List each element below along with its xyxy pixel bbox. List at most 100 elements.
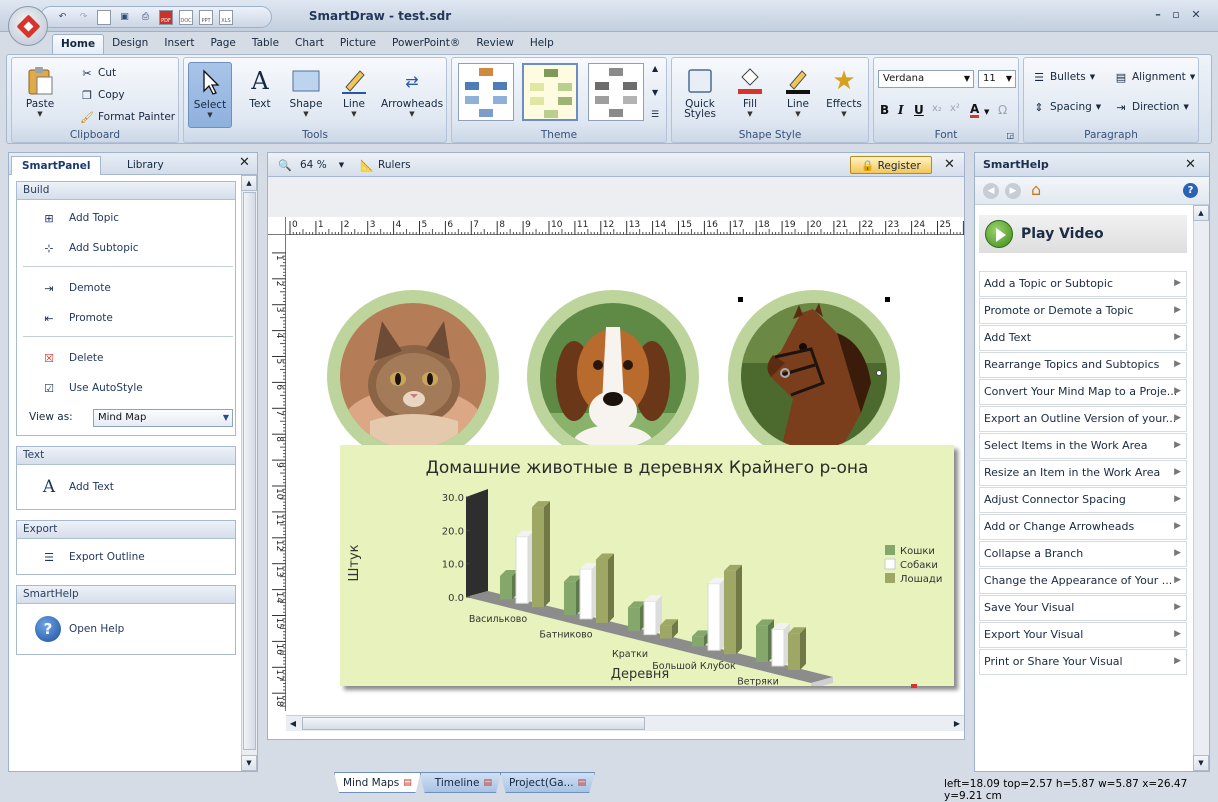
- minimize-button[interactable]: –: [1150, 8, 1166, 22]
- scroll-thumb[interactable]: [243, 192, 256, 750]
- dog-topic-shape[interactable]: [527, 290, 699, 462]
- tab-options-icon[interactable]: ▤: [483, 778, 492, 788]
- line-style-button[interactable]: Line ▼: [776, 62, 820, 128]
- theme-more-icon[interactable]: ☰: [651, 110, 659, 120]
- help-topic-item[interactable]: Promote or Demote a Topic ▶: [979, 298, 1187, 324]
- page-tab-mind-maps[interactable]: Mind Maps ▤: [334, 772, 421, 793]
- selection-handle[interactable]: [885, 297, 890, 302]
- tab-picture[interactable]: Picture: [332, 34, 384, 54]
- close-icon[interactable]: ✕: [239, 155, 250, 170]
- shape-tool-button[interactable]: Shape ▼: [284, 62, 328, 128]
- tab-options-icon[interactable]: ▤: [403, 778, 412, 788]
- horizontal-scrollbar[interactable]: ◀ ▶: [286, 715, 964, 731]
- tab-review[interactable]: Review: [468, 34, 521, 54]
- rotation-handle[interactable]: [876, 370, 882, 376]
- help-topic-item[interactable]: Change the Appearance of Your ... ▶: [979, 568, 1187, 594]
- theme-scroll-up-icon[interactable]: ▲: [652, 64, 658, 73]
- font-family-select[interactable]: Verdana ▼: [878, 70, 974, 88]
- tab-options-icon[interactable]: ▤: [578, 778, 587, 788]
- quick-styles-button[interactable]: Quick Styles: [678, 62, 722, 128]
- spacing-button[interactable]: ⇕ Spacing ▼: [1032, 98, 1101, 116]
- help-topic-item[interactable]: Add a Topic or Subtopic ▶: [979, 271, 1187, 297]
- cat-topic-shape[interactable]: [327, 290, 499, 462]
- copy-button[interactable]: ❐ Copy: [80, 86, 125, 104]
- special-symbol-icon[interactable]: Ω: [998, 103, 1007, 117]
- selection-handle[interactable]: [738, 297, 743, 302]
- help-topic-item[interactable]: Save Your Visual ▶: [979, 595, 1187, 621]
- alignment-button[interactable]: ▤ Alignment ▼: [1114, 68, 1195, 86]
- scroll-down-icon[interactable]: ▼: [241, 755, 257, 771]
- bold-button[interactable]: B: [880, 103, 889, 117]
- play-video-button[interactable]: Play Video: [979, 215, 1187, 253]
- tab-table[interactable]: Table: [244, 34, 287, 54]
- help-topic-item[interactable]: Select Items in the Work Area ▶: [979, 433, 1187, 459]
- tab-powerpoint[interactable]: PowerPoint®: [384, 34, 468, 54]
- horse-topic-shape[interactable]: [728, 290, 900, 462]
- rulers-toggle[interactable]: 📐 Rulers: [360, 156, 411, 174]
- smartpanel-scrollbar[interactable]: ▲ ▼: [241, 175, 257, 771]
- superscript-button[interactable]: x²: [950, 103, 960, 114]
- help-topic-item[interactable]: Add Text ▶: [979, 325, 1187, 351]
- tab-design[interactable]: Design: [104, 34, 156, 54]
- help-topic-item[interactable]: Export an Outline Version of your... ▶: [979, 406, 1187, 432]
- help-topic-item[interactable]: Resize an Item in the Work Area ▶: [979, 460, 1187, 486]
- checkbox-checked-icon[interactable]: ☑: [41, 380, 57, 396]
- line-tool-button[interactable]: Line ▼: [332, 62, 376, 128]
- close-window-button[interactable]: ✕: [1188, 8, 1204, 22]
- close-icon[interactable]: ✕: [1185, 157, 1196, 172]
- bar-chart-shape[interactable]: Домашние животные в деревнях Крайнего р-…: [340, 445, 954, 689]
- help-topic-item[interactable]: Print or Share Your Visual ▶: [979, 649, 1187, 675]
- smarthelp-scrollbar[interactable]: ▲ ▼: [1193, 205, 1209, 771]
- cut-button[interactable]: ✂ Cut: [80, 64, 116, 82]
- help-topic-item[interactable]: Convert Your Mind Map to a Proje... ▶: [979, 379, 1187, 405]
- help-topic-item[interactable]: Export Your Visual ▶: [979, 622, 1187, 648]
- help-topic-item[interactable]: Collapse a Branch ▶: [979, 541, 1187, 567]
- tab-library[interactable]: Library: [117, 156, 174, 175]
- forward-arrow-icon[interactable]: ▶: [1005, 183, 1021, 199]
- tab-insert[interactable]: Insert: [156, 34, 202, 54]
- drawing-page[interactable]: Домашние животные в деревнях Крайнего р-…: [287, 236, 964, 711]
- bullets-button[interactable]: ☰ Bullets ▼: [1032, 68, 1095, 86]
- close-icon[interactable]: ✕: [944, 157, 955, 172]
- tab-home[interactable]: Home: [52, 34, 105, 54]
- italic-button[interactable]: I: [898, 103, 904, 117]
- scroll-down-icon[interactable]: ▼: [1193, 755, 1209, 771]
- subscript-button[interactable]: x₂: [932, 103, 942, 114]
- theme-thumbnail-2[interactable]: [522, 63, 578, 121]
- view-as-select[interactable]: Mind Map ▼: [93, 409, 233, 427]
- help-topic-item[interactable]: Rearrange Topics and Subtopics ▶: [979, 352, 1187, 378]
- help-topic-item[interactable]: Add or Change Arrowheads ▶: [979, 514, 1187, 540]
- format-painter-button[interactable]: 🖌 Format Painter: [80, 108, 175, 126]
- home-icon[interactable]: ⌂: [1031, 180, 1041, 199]
- app-menu-button[interactable]: [8, 6, 48, 46]
- paste-button[interactable]: Paste ▼: [18, 62, 62, 128]
- effects-button[interactable]: ★ Effects ▼: [822, 62, 866, 128]
- theme-scroll-down-icon[interactable]: ▼: [652, 88, 658, 97]
- page-tab-project[interactable]: Project(Ga... ▤: [499, 772, 596, 793]
- scroll-up-icon[interactable]: ▲: [241, 175, 257, 191]
- help-topic-item[interactable]: Adjust Connector Spacing ▶: [979, 487, 1187, 513]
- tab-help[interactable]: Help: [522, 34, 562, 54]
- back-arrow-icon[interactable]: ◀: [983, 183, 999, 199]
- theme-thumbnail-1[interactable]: [458, 63, 514, 121]
- scroll-thumb[interactable]: [302, 717, 645, 730]
- arrowheads-button[interactable]: ⇄ Arrowheads ▼: [380, 62, 444, 128]
- text-tool-button[interactable]: A Text: [238, 62, 282, 128]
- tab-chart[interactable]: Chart: [287, 34, 332, 54]
- help-question-icon[interactable]: ?: [1183, 183, 1198, 198]
- select-tool-button[interactable]: Select ▼: [188, 62, 232, 128]
- zoom-control[interactable]: 🔍 64 % ▼: [278, 156, 344, 174]
- font-size-select[interactable]: 11 ▼: [978, 70, 1016, 88]
- font-color-button[interactable]: A: [970, 103, 980, 118]
- maximize-button[interactable]: ▫: [1168, 8, 1184, 22]
- direction-button[interactable]: ⇥ Direction ▼: [1114, 98, 1188, 116]
- underline-button[interactable]: U: [914, 103, 924, 117]
- register-button[interactable]: 🔒 Register: [850, 156, 932, 174]
- chevron-down-icon[interactable]: ▼: [984, 108, 989, 116]
- theme-thumbnail-3[interactable]: [588, 63, 644, 121]
- page-tab-timeline[interactable]: Timeline ▤: [419, 772, 501, 793]
- tab-smartpanel[interactable]: SmartPanel: [11, 156, 102, 175]
- scroll-left-icon[interactable]: ◀: [286, 716, 300, 731]
- scroll-right-icon[interactable]: ▶: [950, 716, 964, 731]
- fill-button[interactable]: Fill ▼: [728, 62, 772, 128]
